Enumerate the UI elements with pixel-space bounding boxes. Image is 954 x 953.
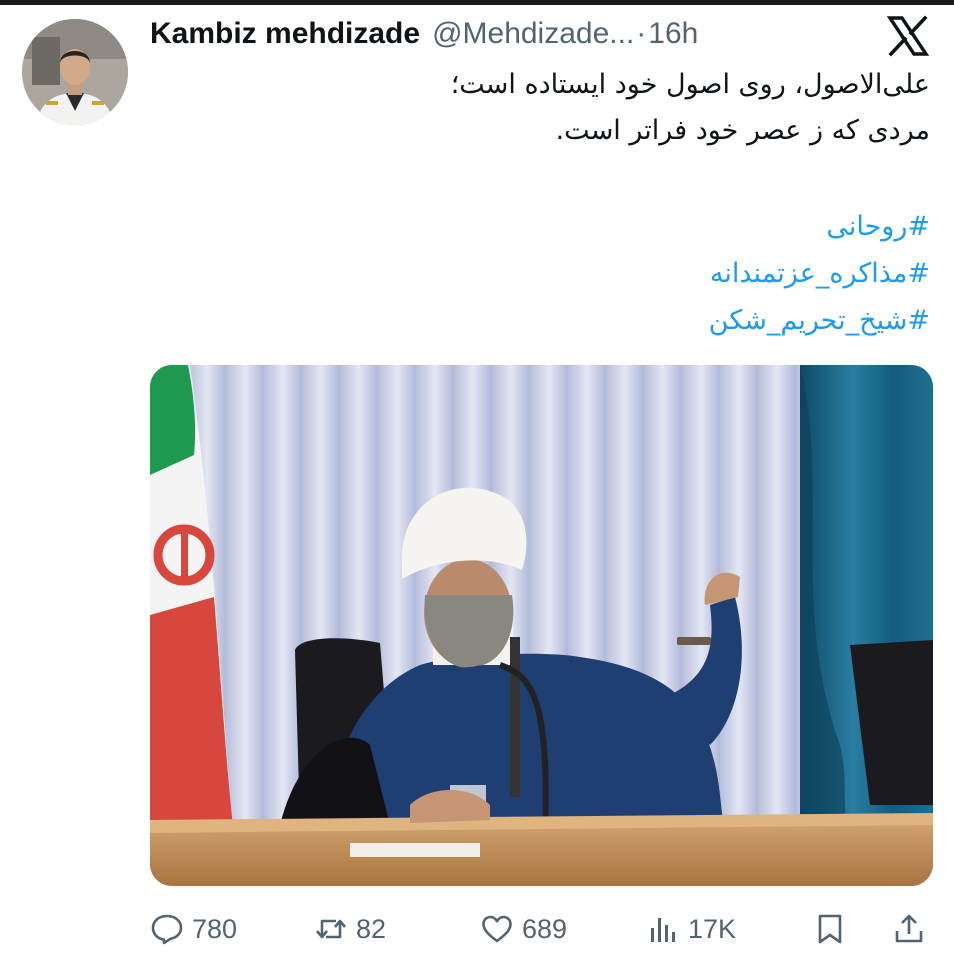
avatar[interactable]	[22, 19, 128, 125]
repost-count: 82	[356, 913, 387, 944]
bookmark-button[interactable]	[813, 905, 847, 953]
reply-icon	[151, 914, 183, 945]
reply-button[interactable]: 780	[150, 905, 237, 953]
tweet-header: Kambiz mehdizade @Mehdizade... · 16h	[150, 14, 698, 54]
media-photo	[150, 365, 933, 886]
action-bar: 780 82 689 17K	[150, 905, 933, 953]
header-separator: ·	[636, 17, 647, 50]
top-edge-bar	[0, 0, 954, 5]
bookmark-icon	[818, 914, 842, 944]
views-chart-icon	[651, 918, 675, 942]
repost-button[interactable]: 82	[314, 905, 386, 953]
author-name[interactable]: Kambiz mehdizade	[150, 17, 420, 51]
view-count: 17K	[688, 913, 737, 944]
avatar-photo	[22, 19, 128, 125]
tweet-text-line: علی‌الاصول، روی اصول خود ایستاده است؛	[450, 69, 930, 100]
hashtag-link[interactable]: #مذاکره_عزتمندانه	[140, 250, 930, 297]
heart-icon	[482, 915, 512, 943]
hashtag-link[interactable]: #روحانی	[140, 203, 930, 250]
share-button[interactable]	[892, 905, 926, 953]
like-button[interactable]: 689	[480, 905, 567, 953]
tweet-text: علی‌الاصول، روی اصول خود ایستاده است؛ مر…	[140, 62, 930, 154]
repost-icon	[316, 919, 346, 939]
share-icon	[895, 914, 923, 943]
reply-count: 780	[192, 913, 238, 944]
hashtag-link[interactable]: #شیخ_تحریم_شکن	[140, 297, 930, 344]
tweet-time[interactable]: 16h	[648, 17, 698, 51]
tweet-media-image[interactable]	[150, 365, 933, 886]
views-button[interactable]: 17K	[646, 905, 736, 953]
hashtag-list: #روحانی #مذاکره_عزتمندانه #شیخ_تحریم_شکن	[140, 203, 930, 344]
tweet-text-line: مردی که ز عصر خود فراتر است.	[555, 115, 930, 146]
like-count: 689	[522, 913, 568, 944]
x-logo-icon[interactable]	[886, 14, 930, 58]
author-handle[interactable]: @Mehdizade...	[432, 17, 634, 51]
